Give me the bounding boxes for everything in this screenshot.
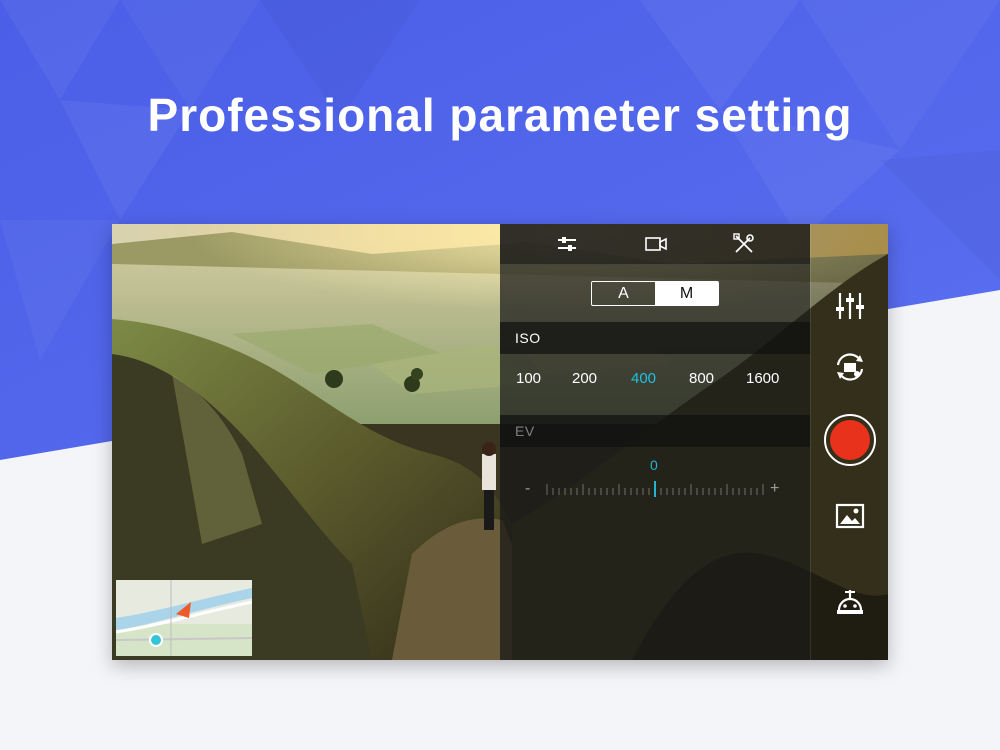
ev-value: 0	[650, 457, 658, 473]
iso-option-200[interactable]: 200	[572, 370, 597, 387]
iso-option-400[interactable]: 400	[631, 370, 656, 387]
tab-video[interactable]	[644, 232, 668, 256]
video-camera-icon	[645, 237, 667, 251]
mode-auto-button[interactable]: A	[592, 282, 655, 305]
tools-icon	[733, 233, 754, 253]
iso-option-100[interactable]: 100	[516, 370, 541, 387]
gimbal-button[interactable]	[833, 586, 867, 620]
settings-button[interactable]	[833, 289, 867, 323]
iso-section-title: ISO	[500, 322, 810, 354]
panel-tabs	[500, 224, 810, 265]
mode-toggle: A M	[591, 281, 719, 306]
ev-slider[interactable]	[544, 479, 766, 499]
ev-increase-button[interactable]: +	[770, 480, 779, 498]
home-location-icon	[149, 633, 163, 647]
tab-parameters[interactable]	[555, 232, 579, 256]
mode-manual-button[interactable]: M	[655, 282, 718, 305]
ev-decrease-button[interactable]: -	[525, 480, 530, 498]
control-sidebar	[810, 224, 888, 660]
headline: Professional parameter setting	[147, 89, 853, 141]
sliders-icon	[558, 237, 576, 251]
switch-camera-button[interactable]	[833, 350, 867, 384]
iso-options: 100 200 400 800 1600	[500, 370, 810, 396]
record-dot	[830, 420, 870, 460]
record-button[interactable]	[824, 414, 876, 466]
mini-map[interactable]	[116, 580, 252, 656]
gallery-icon	[835, 503, 865, 529]
camera-app-screen: A M ISO 100 200 400 800 1600 EV 0 - +	[112, 224, 888, 660]
switch-camera-icon	[836, 353, 864, 381]
iso-option-800[interactable]: 800	[689, 370, 714, 387]
parameter-panel: A M ISO 100 200 400 800 1600 EV 0 - +	[500, 224, 810, 660]
iso-option-1600[interactable]: 1600	[746, 370, 779, 387]
settings-sliders-icon	[836, 293, 864, 319]
tab-tools[interactable]	[732, 232, 756, 256]
gallery-button[interactable]	[833, 499, 867, 533]
ev-section-title: EV	[500, 415, 810, 447]
gimbal-icon	[837, 590, 863, 614]
